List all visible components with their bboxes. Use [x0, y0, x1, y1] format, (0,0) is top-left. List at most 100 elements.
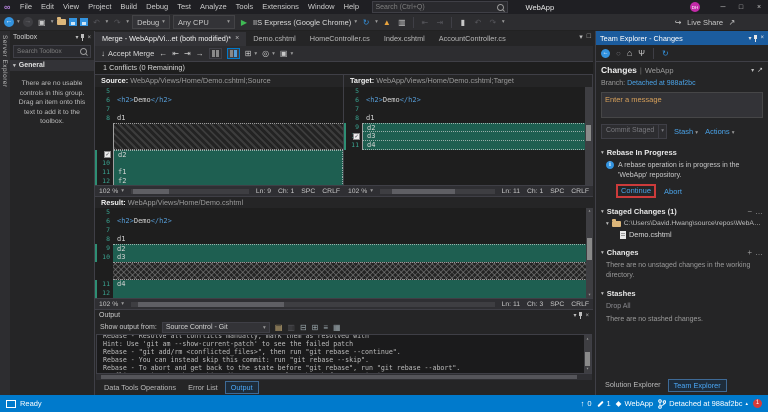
- staged-folder-row[interactable]: ▾ C:\Users\David.Hwang\source\repos\WebA…: [596, 217, 768, 227]
- team-explorer-title-bar[interactable]: Team Explorer - Changes ▾ ×: [596, 31, 768, 45]
- live-share-button[interactable]: Live Share: [687, 18, 723, 27]
- menu-item-project[interactable]: Project: [84, 2, 116, 11]
- next-bookmark-icon[interactable]: ↷: [487, 16, 499, 28]
- bottom-tab-data-tools-operations[interactable]: Data Tools Operations: [99, 382, 181, 393]
- actions-button[interactable]: Actions ▾: [705, 127, 734, 136]
- undo-icon[interactable]: ↶: [91, 16, 103, 28]
- open-folder-icon[interactable]: [57, 19, 66, 25]
- connect-icon[interactable]: Ψ: [638, 49, 645, 58]
- branch-link[interactable]: Detached at 988af2bc: [627, 80, 696, 87]
- refresh-icon[interactable]: ↻: [360, 16, 372, 28]
- output-console[interactable]: Rebase - Resolve all conflicts manually,…: [96, 334, 592, 374]
- result-scroll-thumb[interactable]: [587, 238, 592, 260]
- toolbox-dropdown-icon[interactable]: ▾: [75, 34, 78, 41]
- pending-edits-indicator[interactable]: 1: [597, 399, 611, 408]
- bottom-tab-error-list[interactable]: Error List: [183, 382, 223, 393]
- preview-in-browser-icon[interactable]: ▥: [396, 16, 408, 28]
- editor-tab[interactable]: Merge - WebApp/Vi...et (both modified)*×: [95, 32, 246, 46]
- unstage-all-icon[interactable]: −: [747, 207, 752, 216]
- team-dropdown-icon[interactable]: ▾: [748, 35, 751, 42]
- menu-item-test[interactable]: Test: [173, 2, 196, 11]
- toolbox-pin-icon[interactable]: [81, 34, 84, 41]
- output-hscrollbar[interactable]: [96, 374, 592, 380]
- menu-item-tools[interactable]: Tools: [231, 2, 258, 11]
- output-dropdown-icon[interactable]: ▾: [573, 312, 576, 319]
- menu-item-window[interactable]: Window: [303, 2, 339, 11]
- target-editor[interactable]: 56<h2>Demo</h2>78d19d210✓d311d4: [344, 87, 593, 185]
- target-scroll-thumb[interactable]: [586, 125, 591, 141]
- output-levels-icon[interactable]: ▤: [275, 323, 283, 332]
- editor-tab[interactable]: Index.cshtml: [377, 32, 432, 46]
- output-find-icon[interactable]: ▥: [287, 323, 295, 332]
- navigate-back-icon[interactable]: ←: [4, 17, 14, 27]
- conflict-checkbox[interactable]: ✓: [353, 133, 360, 140]
- solution-configuration-select[interactable]: Debug▾: [132, 15, 170, 29]
- background-tasks-icon[interactable]: [6, 400, 16, 408]
- last-diff-icon[interactable]: ⇥: [184, 49, 191, 58]
- output-scroll-thumb[interactable]: [585, 352, 590, 366]
- popout-icon[interactable]: ↗: [757, 66, 763, 74]
- result-scrollbar[interactable]: ▴ ▾: [586, 208, 593, 298]
- bookmark-icon[interactable]: ▮: [457, 16, 469, 28]
- editor-tab[interactable]: AccountController.cs: [432, 32, 513, 46]
- outgoing-commits-indicator[interactable]: ↑0: [581, 399, 592, 408]
- result-hscrollbar[interactable]: [131, 302, 495, 307]
- right-tab-team-explorer[interactable]: Team Explorer: [668, 379, 727, 392]
- team-forward-icon[interactable]: ○: [616, 49, 621, 58]
- redo-dropdown-icon[interactable]: ▾: [126, 19, 129, 25]
- stage-all-icon[interactable]: +: [747, 248, 752, 257]
- refresh-dropdown-icon[interactable]: ▾: [375, 19, 378, 25]
- result-editor[interactable]: ▴ ▾ 56<h2>Demo</h2>78d19d210d311d41213f1…: [95, 208, 593, 298]
- drop-all-item[interactable]: Drop All: [596, 299, 768, 312]
- repository-picker[interactable]: ◆ WebApp: [616, 399, 653, 408]
- staged-changes-header[interactable]: ▾ Staged Changes (1) − …: [596, 206, 768, 217]
- prev-conflict-icon[interactable]: ←: [159, 49, 167, 58]
- tab-options-icon[interactable]: □: [587, 33, 591, 41]
- menu-item-help[interactable]: Help: [339, 2, 363, 11]
- changes-dropdown-icon[interactable]: ▾: [751, 67, 754, 74]
- back-dropdown-icon[interactable]: ▾: [17, 19, 20, 25]
- output-close-icon[interactable]: ×: [585, 313, 589, 319]
- toolbox-close-icon[interactable]: ×: [87, 35, 91, 41]
- editor-tab[interactable]: Demo.cshtml: [246, 32, 303, 46]
- source-editor[interactable]: 56<h2>Demo</h2>78d19✓d21011f112f2: [95, 87, 344, 185]
- goto-next-message-icon[interactable]: ⊞: [312, 323, 319, 332]
- navigate-forward-icon[interactable]: →: [23, 17, 33, 27]
- accept-merge-button[interactable]: ↓ Accept Merge: [101, 49, 154, 58]
- target-hscrollbar[interactable]: [380, 189, 495, 194]
- toolbox-search-input[interactable]: Search Toolbox: [13, 45, 91, 58]
- team-back-icon[interactable]: ←: [601, 49, 610, 58]
- step-over-icon[interactable]: ⇥: [434, 16, 446, 28]
- start-debug-button[interactable]: ▶ IIS Express (Google Chrome) ▾: [238, 16, 357, 28]
- abort-link[interactable]: Abort: [664, 187, 682, 196]
- redo-icon[interactable]: ↷: [111, 16, 123, 28]
- step-back-icon[interactable]: ⇤: [419, 16, 431, 28]
- menu-item-extensions[interactable]: Extensions: [258, 2, 304, 11]
- team-close-icon[interactable]: ×: [760, 35, 764, 41]
- commit-staged-button[interactable]: Commit Staged ▾: [601, 124, 667, 139]
- prev-bookmark-icon[interactable]: ↶: [472, 16, 484, 28]
- new-dropdown-icon[interactable]: ▾: [51, 19, 54, 25]
- toolbar-overflow-icon[interactable]: ▾: [502, 19, 505, 25]
- save-icon[interactable]: [69, 18, 77, 26]
- save-all-icon[interactable]: [80, 18, 88, 26]
- avatar[interactable]: DH: [690, 2, 700, 12]
- new-project-icon[interactable]: ▣: [36, 16, 48, 28]
- toolbox-section-general[interactable]: ▾ General: [10, 60, 94, 71]
- menu-item-edit[interactable]: Edit: [37, 2, 59, 11]
- menu-item-build[interactable]: Build: [116, 2, 142, 11]
- right-tab-solution-explorer[interactable]: Solution Explorer: [600, 379, 666, 392]
- team-refresh-icon[interactable]: ↻: [662, 49, 669, 58]
- split-layout-button[interactable]: [227, 48, 240, 59]
- team-pin-icon[interactable]: [754, 35, 757, 42]
- source-hscrollbar[interactable]: [131, 189, 249, 194]
- menu-item-debug[interactable]: Debug: [142, 2, 173, 11]
- conflict-checkbox[interactable]: ✓: [104, 151, 111, 158]
- minimize-button[interactable]: ─: [714, 0, 732, 14]
- continue-link[interactable]: Continue: [621, 186, 651, 195]
- output-scrollbar[interactable]: ▴ ▾: [584, 335, 591, 373]
- clear-output-icon[interactable]: ≡: [323, 323, 328, 332]
- tab-list-icon[interactable]: ▾: [579, 33, 583, 41]
- staged-file-row[interactable]: Demo.cshtml: [596, 227, 768, 239]
- changes-more-icon[interactable]: …: [755, 248, 763, 257]
